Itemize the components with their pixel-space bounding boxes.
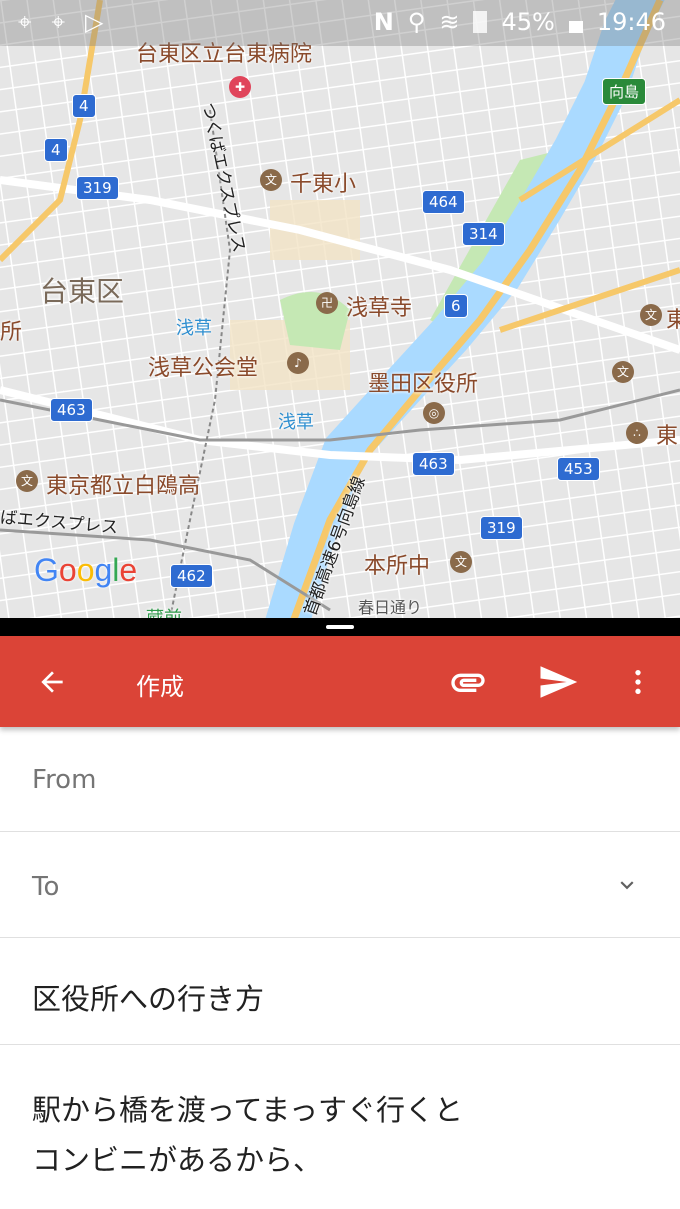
poi-icon[interactable]: ∴ [626, 422, 648, 444]
body-line: 駅から橋を渡ってまっすぐ行くと [32, 1093, 463, 1127]
toolbar-title: 作成 [136, 673, 184, 701]
map-label[interactable]: 墨田区役所 [368, 366, 478, 398]
city-hall-icon[interactable]: ◎ [423, 402, 445, 424]
to-label: To [32, 872, 60, 902]
route-shield: 462 [170, 564, 213, 588]
attach-icon [451, 673, 485, 692]
subject-field[interactable]: 区役所への行き方 [0, 938, 680, 1045]
map-label[interactable]: 浅草公会堂 [148, 350, 258, 382]
route-shield: 464 [422, 190, 465, 214]
map-label: 東 [656, 424, 679, 449]
battery-level: 45% [501, 8, 555, 36]
wifi-icon: ≋ [439, 8, 460, 36]
clock: 19:46 [596, 8, 666, 36]
school-icon[interactable]: 文 [640, 304, 662, 326]
arrow-back-icon [41, 671, 63, 693]
route-shield: 314 [462, 222, 505, 246]
route-shield: 463 [50, 398, 93, 422]
more-vert-icon [635, 670, 641, 694]
send-icon [540, 666, 578, 698]
nfc-icon: N [373, 8, 394, 36]
map-label: 蔵前 [146, 604, 182, 618]
map-label[interactable]: 千東小 [290, 166, 356, 198]
chevron-down-icon[interactable] [614, 872, 640, 898]
map-label[interactable]: 本所中 [364, 548, 430, 580]
route-shield: 4 [72, 94, 96, 118]
back-button[interactable] [30, 660, 74, 704]
more-options-button[interactable] [616, 660, 660, 704]
route-shield: 463 [412, 452, 455, 476]
school-icon[interactable]: 文 [450, 551, 472, 573]
route-shield: 319 [76, 176, 119, 200]
map-label[interactable]: 浅草寺 [346, 290, 412, 322]
temple-icon[interactable]: 卍 [316, 292, 338, 314]
send-button[interactable] [536, 660, 580, 704]
map-label[interactable]: 浅草 [278, 408, 314, 434]
split-screen-divider[interactable] [0, 618, 680, 636]
map-label[interactable]: 向島 [602, 78, 647, 105]
map-label: 春日通り [358, 598, 423, 617]
maps-icon: ⌖ [51, 8, 66, 36]
map-label[interactable]: 東京都立白鴎高 [46, 468, 200, 500]
to-field[interactable]: To [0, 832, 680, 938]
subject-text: 区役所への行き方 [32, 982, 265, 1016]
location-icon: ⚲ [407, 8, 426, 36]
divider-handle[interactable] [326, 625, 354, 629]
google-logo: Google [34, 552, 138, 588]
school-icon[interactable]: 文 [260, 169, 282, 191]
map-view[interactable]: 台東区立台東病院 ✚ 文 千東小 台東区 卍 浅草寺 浅草 浅草公会堂 ♪ 墨田… [0, 0, 680, 618]
sim-unknown-icon [473, 11, 488, 33]
hospital-icon[interactable]: ✚ [229, 76, 251, 98]
maps-icon: ⌖ [18, 8, 32, 36]
music-venue-icon[interactable]: ♪ [287, 352, 309, 374]
from-field[interactable]: From [0, 727, 680, 832]
school-icon[interactable]: 文 [16, 470, 38, 492]
route-shield: 4 [44, 138, 68, 162]
map-label: 台東区 [40, 275, 125, 308]
compose-toolbar: 作成 [0, 636, 680, 727]
route-shield: 319 [480, 516, 523, 540]
map-label: 所 [0, 320, 23, 345]
map-label[interactable]: 浅草 [176, 314, 212, 340]
route-shield: 453 [557, 457, 600, 481]
from-label: From [32, 765, 97, 795]
attach-button[interactable] [446, 660, 490, 704]
route-shield: 6 [444, 294, 468, 318]
school-icon[interactable]: 文 [612, 361, 634, 383]
status-bar: ⌖ ⌖ ▷ N ⚲ ≋ 45% 19:46 [0, 0, 680, 46]
body-line: コンビニがあるから、 [32, 1143, 323, 1177]
map-label: 東 [666, 308, 680, 333]
play-store-icon: ▷ [85, 8, 104, 36]
body-field[interactable]: 駅から橋を渡ってまっすぐ行くと コンビニがあるから、 [0, 1045, 680, 1209]
battery-icon [568, 21, 583, 33]
